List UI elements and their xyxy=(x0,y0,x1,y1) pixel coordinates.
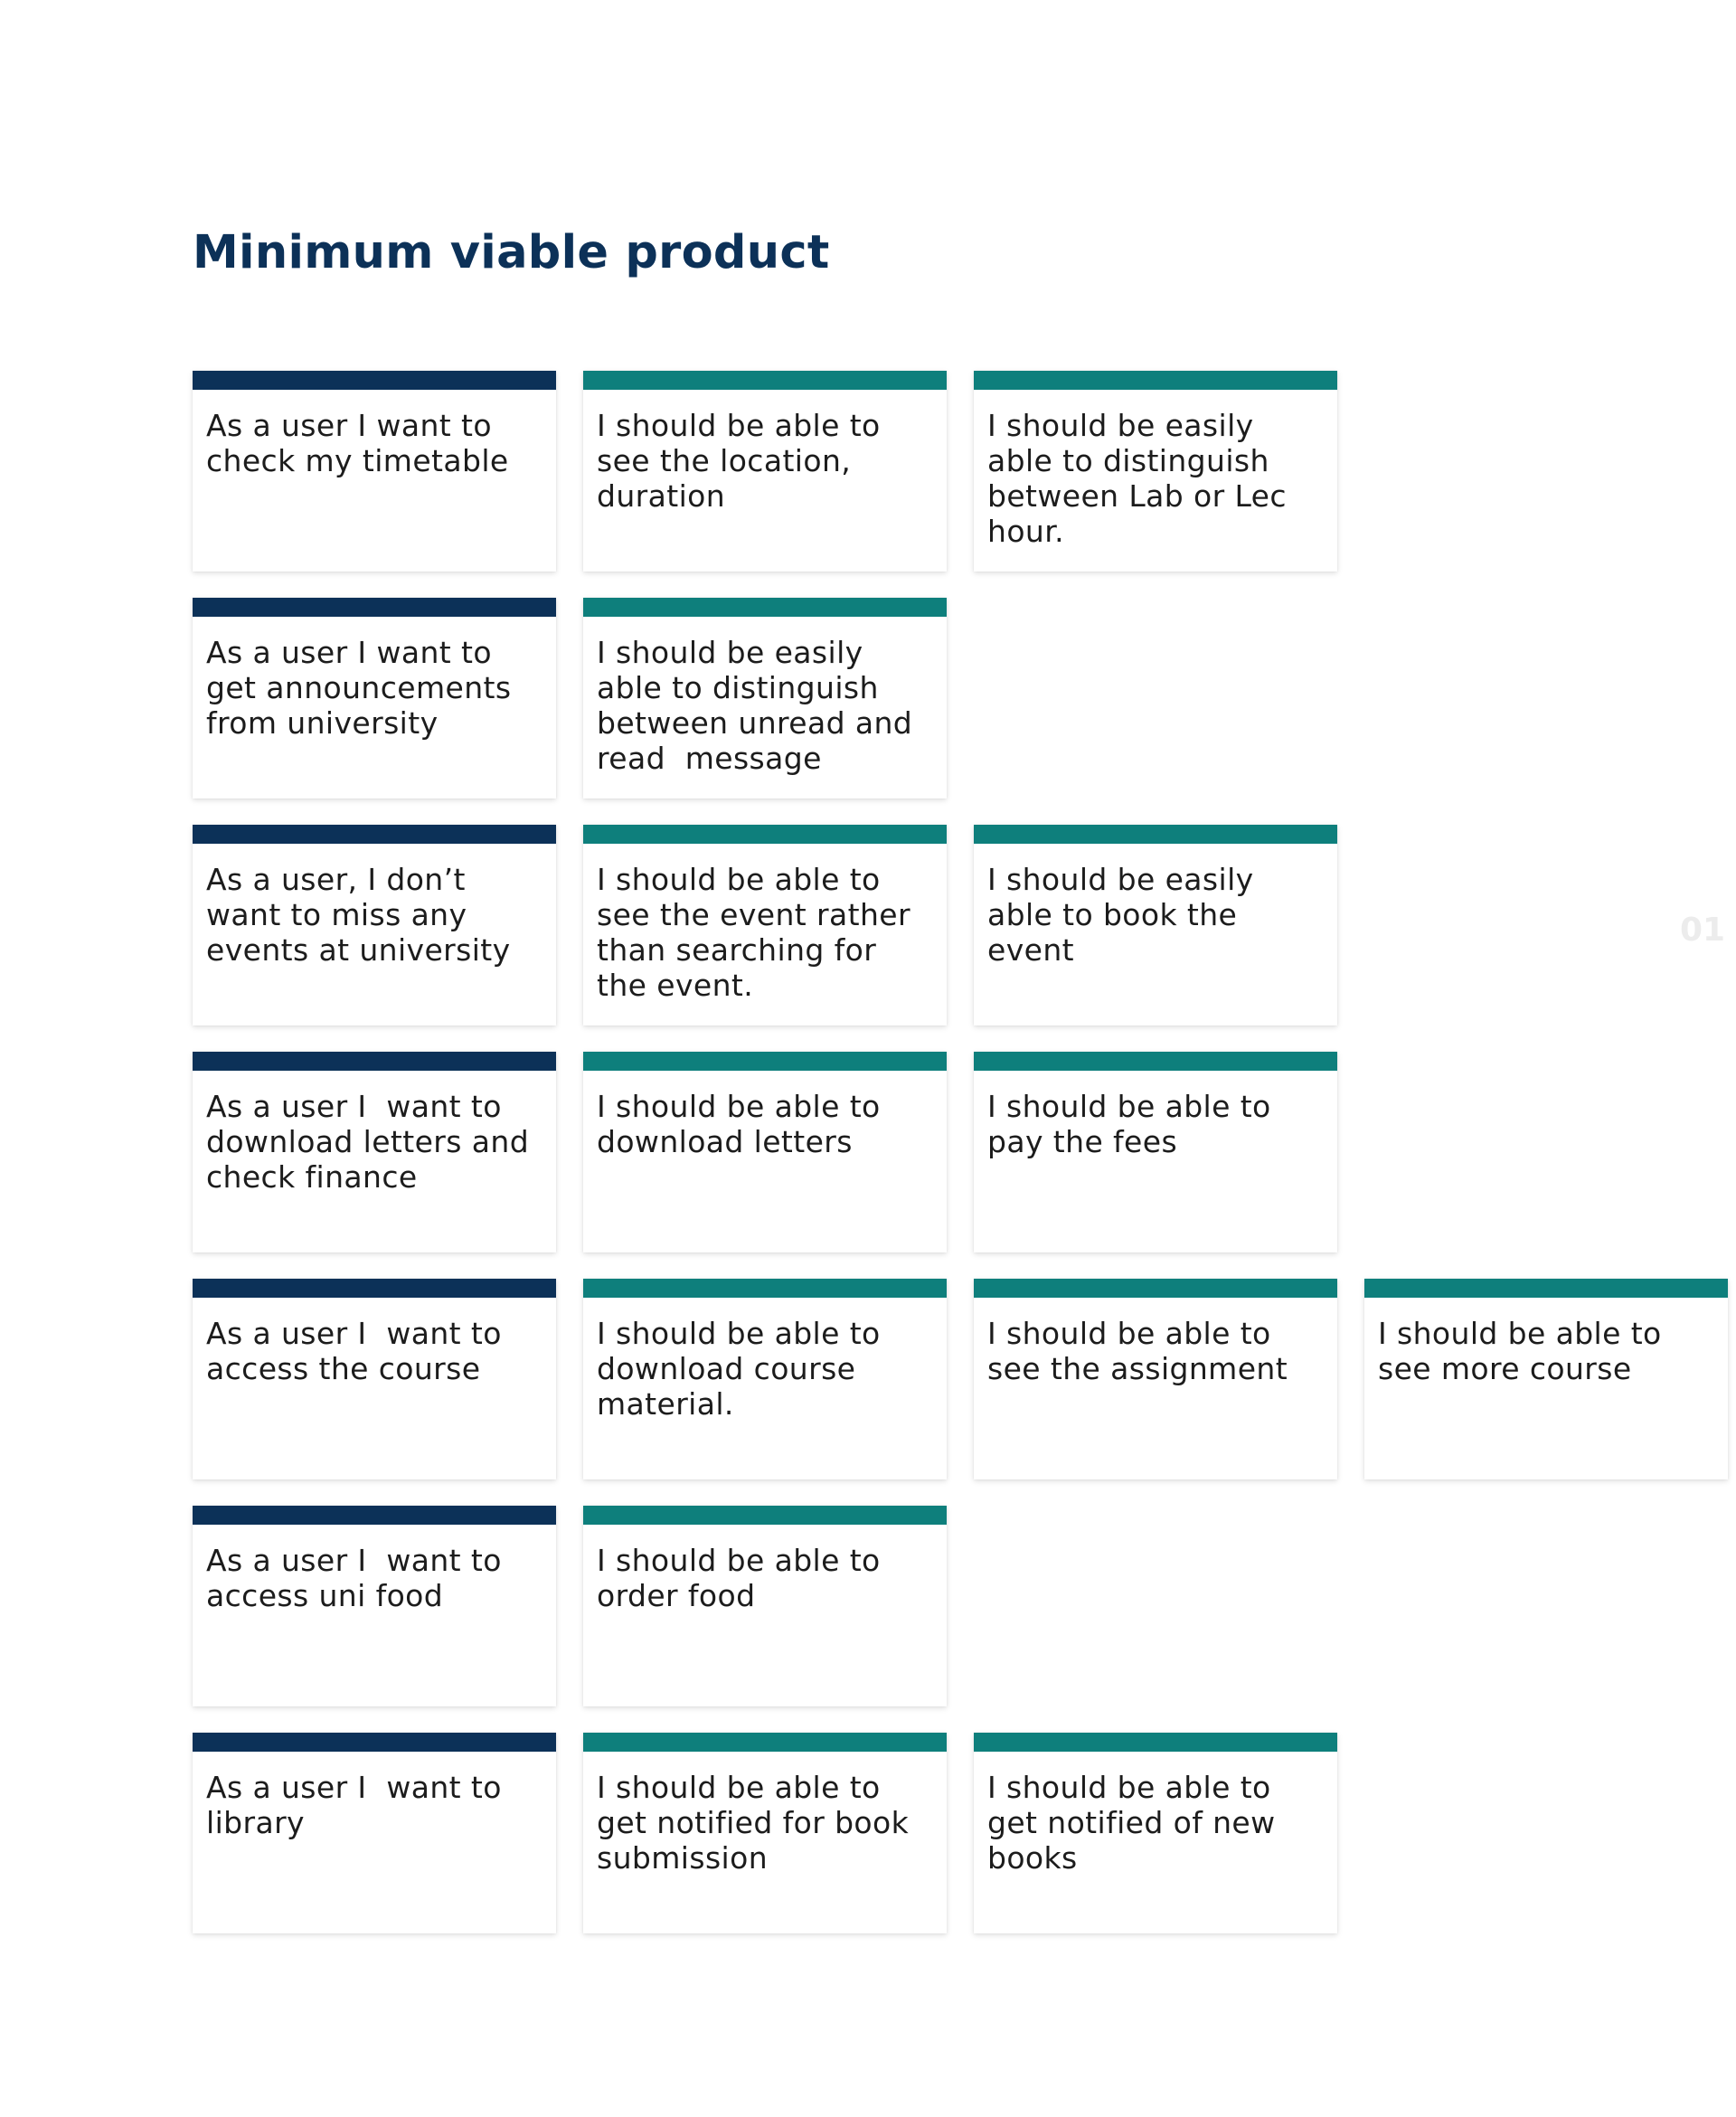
epic-card-text: As a user I want to access the course xyxy=(206,1316,512,1386)
story-card-text: I should be able to pay the fees xyxy=(987,1089,1281,1159)
epic-card: As a user I want to check my timetable xyxy=(193,371,556,572)
story-card-header-bar xyxy=(583,1279,947,1298)
story-card-header-bar xyxy=(974,1052,1337,1071)
story-card-text: I should be able to order food xyxy=(597,1543,891,1613)
story-card-header-bar xyxy=(583,825,947,844)
story-card: I should be able to see the event rather… xyxy=(583,825,947,1025)
story-card-header-bar xyxy=(583,598,947,617)
epic-card-header-bar xyxy=(193,1733,556,1752)
epic-card: As a user I want to get announcements fr… xyxy=(193,598,556,799)
epic-card-text: As a user I want to check my timetable xyxy=(206,408,509,478)
story-card-text: I should be easily able to distinguish b… xyxy=(597,635,922,776)
epic-card-header-bar xyxy=(193,598,556,617)
epic-card: As a user I want to access the course xyxy=(193,1279,556,1479)
epic-card-header-bar xyxy=(193,371,556,390)
story-card-header-bar xyxy=(583,1733,947,1752)
story-card-text: I should be able to download letters xyxy=(597,1089,891,1159)
story-card-text: I should be able to see more course xyxy=(1378,1316,1672,1386)
epic-card-text: As a user I want to access uni food xyxy=(206,1543,512,1613)
epic-card-header-bar xyxy=(193,1506,556,1525)
story-card-header-bar xyxy=(974,371,1337,390)
story-card-text: I should be able to download course mate… xyxy=(597,1316,891,1422)
epic-card-text: As a user I want to get announcements fr… xyxy=(206,635,522,741)
story-card-text: I should be easily able to book the even… xyxy=(987,862,1264,968)
story-card: I should be easily able to book the even… xyxy=(974,825,1337,1025)
story-card-header-bar xyxy=(974,1279,1337,1298)
story-map-board: As a user I want to check my timetable I … xyxy=(0,0,1736,2117)
story-card-header-bar xyxy=(974,825,1337,844)
epic-card-header-bar xyxy=(193,825,556,844)
story-card-header-bar xyxy=(583,1052,947,1071)
story-card-text: I should be able to see the event rather… xyxy=(597,862,920,1003)
story-card: I should be able to get notified of new … xyxy=(974,1733,1337,1933)
story-card-text: I should be able to get notified for boo… xyxy=(597,1770,920,1876)
story-card-text: I should be easily able to distinguish b… xyxy=(987,408,1297,549)
story-card-header-bar xyxy=(583,371,947,390)
story-card-text: I should be able to see the assignment xyxy=(987,1316,1288,1386)
epic-card-header-bar xyxy=(193,1279,556,1298)
story-card: I should be able to see the assignment xyxy=(974,1279,1337,1479)
epic-card: As a user I want to library xyxy=(193,1733,556,1933)
story-card-header-bar xyxy=(974,1733,1337,1752)
epic-card-text: As a user, I don’t want to miss any even… xyxy=(206,862,511,968)
epic-card-header-bar xyxy=(193,1052,556,1071)
story-card: I should be able to see more course xyxy=(1364,1279,1728,1479)
story-card: I should be able to order food xyxy=(583,1506,947,1706)
epic-card-text: As a user I want to library xyxy=(206,1770,512,1840)
story-card-header-bar xyxy=(583,1506,947,1525)
epic-card-text: As a user I want to download letters and… xyxy=(206,1089,539,1195)
story-card: I should be easily able to distinguish b… xyxy=(583,598,947,799)
story-card: I should be easily able to distinguish b… xyxy=(974,371,1337,572)
story-card: I should be able to download course mate… xyxy=(583,1279,947,1479)
epic-card: As a user I want to access uni food xyxy=(193,1506,556,1706)
epic-card: As a user I want to download letters and… xyxy=(193,1052,556,1252)
story-card: I should be able to see the location, du… xyxy=(583,371,947,572)
epic-card: As a user, I don’t want to miss any even… xyxy=(193,825,556,1025)
story-card-text: I should be able to see the location, du… xyxy=(597,408,891,514)
story-card-text: I should be able to get notified of new … xyxy=(987,1770,1286,1876)
story-card-header-bar xyxy=(1364,1279,1728,1298)
story-card: I should be able to get notified for boo… xyxy=(583,1733,947,1933)
story-card: I should be able to download letters xyxy=(583,1052,947,1252)
story-card: I should be able to pay the fees xyxy=(974,1052,1337,1252)
